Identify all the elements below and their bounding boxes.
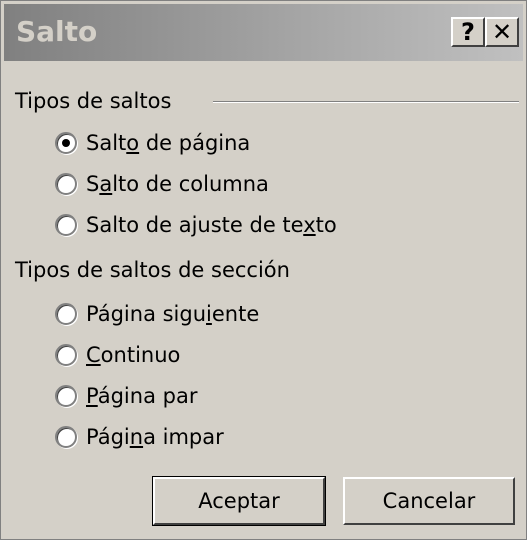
ok-button-label: Aceptar <box>198 489 280 513</box>
radio-button[interactable] <box>55 344 77 366</box>
radio-button[interactable] <box>55 303 77 325</box>
radio-text-wrap-break[interactable]: Salto de ajuste de texto <box>55 210 337 240</box>
radio-even-page[interactable]: Página par <box>55 381 197 411</box>
radio-page-break[interactable]: Salto de página <box>55 128 250 158</box>
radio-label: Salto de página <box>86 131 251 155</box>
radio-label: Continuo <box>86 343 181 367</box>
radio-button-checked[interactable] <box>55 132 77 154</box>
radio-odd-page[interactable]: Página impar <box>55 422 224 452</box>
radio-button[interactable] <box>55 426 77 448</box>
radio-button[interactable] <box>55 214 77 236</box>
group-divider <box>213 101 519 103</box>
break-dialog: Salto ? ✕ Tipos de saltos Salto de págin… <box>0 0 527 540</box>
ok-button[interactable]: Aceptar <box>152 476 326 526</box>
close-icon: ✕ <box>491 18 513 46</box>
radio-label: Página siguiente <box>86 302 260 326</box>
radio-label: Página impar <box>86 425 224 449</box>
radio-button[interactable] <box>55 173 77 195</box>
cancel-button-label: Cancelar <box>382 489 476 513</box>
radio-button[interactable] <box>55 385 77 407</box>
close-button[interactable]: ✕ <box>485 17 519 47</box>
section-breaks-group-label: Tipos de saltos de sección <box>15 258 290 282</box>
cancel-button[interactable]: Cancelar <box>343 477 515 525</box>
question-mark-icon: ? <box>461 18 475 46</box>
title-bar[interactable]: Salto ? ✕ <box>4 4 523 61</box>
help-button[interactable]: ? <box>451 17 485 47</box>
radio-label: Página par <box>86 384 198 408</box>
radio-next-page[interactable]: Página siguiente <box>55 299 259 329</box>
radio-label: Salto de ajuste de texto <box>86 213 337 237</box>
dialog-title: Salto <box>16 15 98 48</box>
radio-column-break[interactable]: Salto de columna <box>55 169 269 199</box>
radio-continuous[interactable]: Continuo <box>55 340 180 370</box>
breaks-group-label: Tipos de saltos <box>15 89 172 113</box>
radio-label: Salto de columna <box>86 172 269 196</box>
